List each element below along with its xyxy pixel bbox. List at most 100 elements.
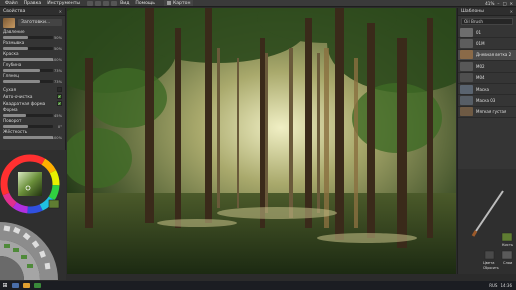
checkbox[interactable]: ✓ [57,94,62,99]
slider-fill [3,136,53,139]
forest-painting [67,8,456,274]
brush-tool-preview [471,190,513,260]
checkbox-row-2[interactable]: Квадратная форма ✓ [0,100,65,107]
property-slider[interactable] [3,36,53,39]
maximize-icon[interactable]: □ [503,1,507,6]
preset-search-input[interactable]: Oil Brush [461,18,513,25]
start-icon[interactable]: ⊞ [0,281,10,290]
redo-icon[interactable] [95,0,102,6]
undo-icon[interactable] [87,0,94,6]
preset-name: 01 [476,29,482,35]
brush-name[interactable]: Заготовки... [18,19,62,26]
property-slider[interactable] [3,58,53,61]
property-slider[interactable] [3,114,53,117]
properties-panel: Свойства ✕ Заготовки... Давление 50% Размы… [0,8,66,150]
menu-file[interactable]: Файл [2,1,21,6]
preset-item[interactable]: Дневная ветка 2 [458,49,516,62]
panel-close-icon[interactable]: ✕ [59,9,65,14]
checkbox-label: Авто-очистка [3,94,33,99]
checkbox[interactable]: ✓ [57,101,62,106]
property-properties2-0[interactable]: Форма 45% [0,107,65,118]
property-properties-3[interactable]: Глубина 73% [0,62,65,73]
clock[interactable]: 14:36 [500,283,512,288]
preset-name: М04 [476,75,485,81]
property-label: Размывка [3,40,25,45]
app-icon[interactable] [12,283,19,288]
canvas-tab-label: Картон [172,0,191,6]
property-label: Давление [3,29,25,34]
tool-label-layers: Слои [503,261,513,265]
menu-edit[interactable]: Правка [21,1,44,6]
property-properties-2[interactable]: Краска 100% [0,51,65,62]
property-properties2-2[interactable]: Жёсткость 100% [0,129,65,140]
language-indicator[interactable]: RUS [489,283,497,288]
painting-app-icon[interactable] [34,283,41,288]
tool-palette[interactable] [0,222,58,280]
menu-tools[interactable]: Инструменты [44,1,83,6]
preset-name: Мягкая густая [476,109,507,115]
color-picker[interactable] [0,150,66,214]
slider-fill [3,69,40,72]
preset-thumbnail [460,84,473,94]
checkbox[interactable] [57,87,62,92]
property-slider[interactable] [3,136,53,139]
slider-fill [3,47,28,50]
preset-item[interactable]: Мягкая густая [458,107,516,119]
menu-help[interactable]: Помощь [132,1,158,6]
property-properties2-1[interactable]: Поворот 0° [0,118,65,129]
preset-item[interactable]: Маска [458,84,516,96]
preset-item[interactable]: М02 [458,61,516,73]
preset-thumbnail [460,27,473,37]
slider-fill [3,114,26,117]
canvas-tab[interactable]: Картон [163,0,194,6]
system-tray: RUS 14:36 [489,283,516,288]
move-icon[interactable] [103,0,110,6]
property-properties-1[interactable]: Размывка 50% [0,40,65,51]
properties-title: Свойства [3,9,26,14]
minimize-icon[interactable]: – [497,1,499,6]
checkbox-row-1[interactable]: Авто-очистка ✓ [0,93,65,100]
property-label: Жёсткость [3,129,28,134]
current-color-swatch[interactable] [48,199,60,209]
palette-panel[interactable] [0,214,66,280]
slider-fill [3,58,53,61]
reset-icon[interactable] [484,250,495,260]
properties-header: Свойства ✕ [0,8,65,16]
app-window: Файл Правка Инструменты Вид Помощь Карто… [0,0,516,290]
tool-label-reset: Сбросить [483,266,499,270]
property-label: Форма [3,107,18,112]
layers-icon[interactable] [501,250,513,260]
preset-name: Маска 03 [476,98,496,104]
painting-canvas[interactable] [67,8,456,274]
presets-close-icon[interactable]: ✕ [510,9,516,14]
property-slider[interactable] [3,47,53,50]
property-label: Краска [3,51,19,56]
preset-thumbnail [460,39,473,49]
property-label: Поворот [3,118,22,123]
menu-view[interactable]: Вид [117,1,132,6]
brush-selector[interactable]: Заготовки... [0,16,65,29]
close-icon[interactable]: ✕ [509,1,513,6]
property-label: Глубина [3,62,22,67]
zoom-level[interactable]: 41% [485,1,494,6]
checkbox-row-0[interactable]: Сухая [0,86,65,93]
toolbar-icons [87,0,118,6]
property-value: 73% [54,80,62,84]
property-slider[interactable] [3,125,53,128]
property-slider[interactable] [3,69,53,72]
preset-item[interactable]: 01М [458,38,516,50]
active-color-swatch[interactable] [501,232,513,242]
preset-item[interactable]: Маска 03 [458,95,516,107]
property-label: Глянец [3,73,19,78]
preset-item[interactable]: 01 [458,27,516,39]
presets-panel: Шаблоны ✕ Oil Brush 01 01М Дневная ветка 2… [457,8,516,169]
folder-icon[interactable] [23,283,30,288]
preset-item[interactable]: М04 [458,73,516,84]
preset-thumbnail [460,96,473,106]
property-slider[interactable] [3,80,53,83]
property-properties-0[interactable]: Давление 50% [0,29,65,40]
property-properties-4[interactable]: Глянец 73% [0,73,65,84]
tool-label-colors: Цвета [483,261,495,265]
preset-name: М02 [476,63,485,69]
saturation-square[interactable] [18,172,42,196]
